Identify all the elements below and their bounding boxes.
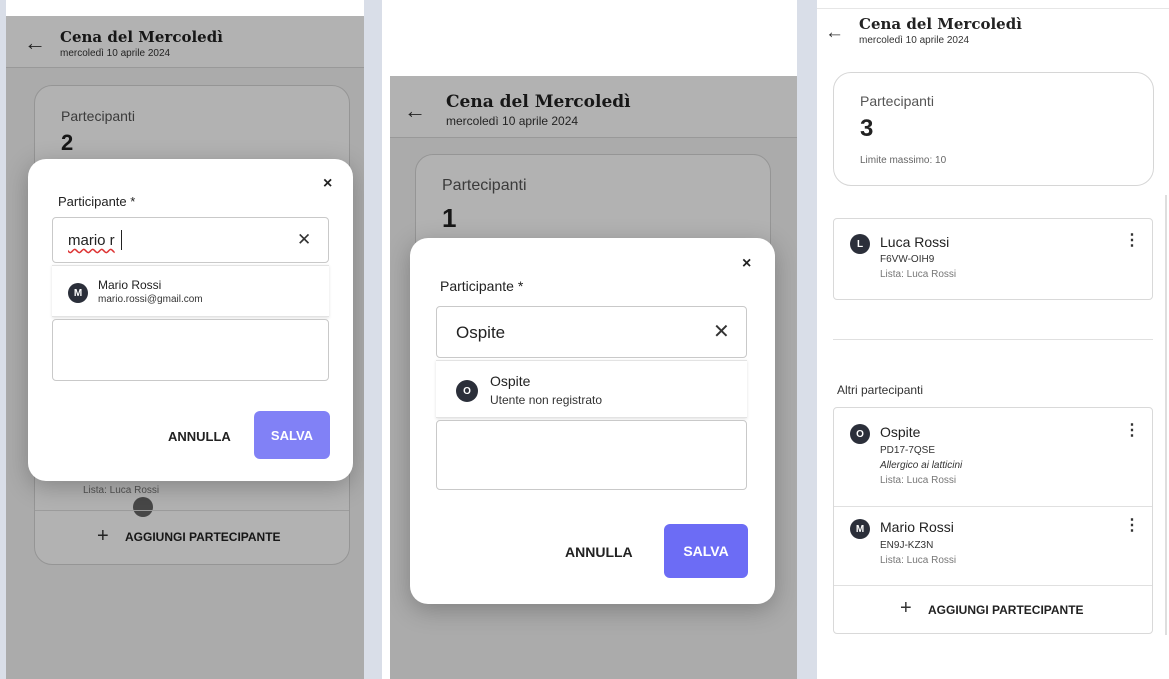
text-cursor: [121, 230, 122, 250]
page-title: Cena del Mercoledì: [859, 15, 1022, 33]
notes-textarea[interactable]: [436, 420, 747, 490]
notes-textarea[interactable]: [52, 319, 329, 381]
left-screen: ← Cena del Mercoledì mercoledì 10 aprile…: [0, 0, 372, 679]
participants-count: 3: [860, 115, 874, 142]
autocomplete-option[interactable]: M Mario Rossi mario.rossi@gmail.com: [52, 265, 329, 317]
participant-code: EN9J-KZ3N: [880, 540, 934, 551]
gutter: [364, 0, 372, 679]
add-participant-dialog: × Participante * mario r ✕ M Mario Rossi…: [28, 159, 353, 481]
cancel-button[interactable]: ANNULLA: [168, 429, 231, 444]
option-email: mario.rossi@gmail.com: [98, 294, 203, 305]
gutter: [807, 0, 817, 679]
phone-screen: ← Cena del Mercoledì mercoledì 10 aprile…: [390, 76, 797, 679]
avatar: O: [456, 380, 478, 402]
clear-icon[interactable]: ✕: [713, 322, 730, 342]
participant-list: Lista: Luca Rossi: [880, 269, 957, 280]
participant-note: Allergico ai latticini: [880, 460, 963, 471]
autocomplete-option[interactable]: O Ospite Utente non registrato: [436, 360, 747, 418]
add-participant-button[interactable]: AGGIUNGI PARTECIPANTE: [928, 603, 1084, 617]
participant-field-label: Participante *: [58, 194, 136, 209]
participant-name: Ospite: [880, 424, 921, 440]
more-vertical-icon[interactable]: ⋮: [1124, 423, 1140, 439]
plus-icon[interactable]: +: [900, 598, 912, 618]
app-bar: ← Cena del Mercoledì mercoledì 10 aprile…: [817, 9, 1169, 55]
divider: [834, 585, 1152, 586]
scrollbar[interactable]: [1165, 195, 1167, 635]
avatar: M: [850, 519, 870, 539]
gutter: [372, 0, 382, 679]
more-vertical-icon[interactable]: ⋮: [1124, 518, 1140, 534]
divider: [833, 339, 1153, 340]
participant-name: Luca Rossi: [880, 234, 950, 250]
avatar: O: [850, 424, 870, 444]
search-value: Ospite: [456, 323, 506, 342]
middle-screen: ← Cena del Mercoledì mercoledì 10 aprile…: [372, 0, 807, 679]
close-icon[interactable]: ×: [742, 256, 751, 272]
list-item[interactable]: M Mario Rossi EN9J-KZ3N Lista: Luca Ross…: [834, 507, 1152, 585]
participant-list: Lista: Luca Rossi: [880, 475, 957, 486]
clear-icon[interactable]: ✕: [297, 231, 311, 248]
back-arrow-icon[interactable]: ←: [825, 23, 844, 42]
add-participant-dialog: × Participante * Ospite ✕ O Ospite Utent…: [410, 238, 775, 604]
participants-label: Partecipanti: [860, 93, 934, 109]
page-subtitle: mercoledì 10 aprile 2024: [859, 35, 970, 46]
others-list-card: O Ospite PD17-7QSE Allergico ai latticin…: [833, 407, 1153, 634]
right-screen: ← Cena del Mercoledì mercoledì 10 aprile…: [807, 0, 1169, 679]
more-vertical-icon[interactable]: ⋮: [1124, 233, 1140, 249]
avatar: M: [68, 283, 88, 303]
participant-search-input[interactable]: mario r ✕: [52, 217, 329, 263]
list-item[interactable]: O Ospite PD17-7QSE Allergico ai latticin…: [834, 408, 1152, 506]
cancel-button[interactable]: ANNULLA: [565, 544, 633, 560]
phone-screen: ← Cena del Mercoledì mercoledì 10 aprile…: [6, 16, 364, 679]
option-subtitle: Utente non registrato: [490, 393, 603, 407]
participants-limit: Limite massimo: 10: [860, 155, 947, 166]
gutter: [797, 0, 807, 679]
participant-list: Lista: Luca Rossi: [880, 555, 957, 566]
participant-name: Mario Rossi: [880, 519, 954, 535]
others-heading: Altri partecipanti: [837, 383, 924, 397]
save-button[interactable]: SALVA: [664, 524, 748, 578]
search-value: mario r: [68, 232, 115, 249]
option-name: Mario Rossi: [98, 278, 162, 292]
close-icon[interactable]: ×: [323, 176, 332, 192]
participant-code: PD17-7QSE: [880, 445, 936, 456]
participant-search-input[interactable]: Ospite ✕: [436, 306, 747, 358]
avatar: L: [850, 234, 870, 254]
option-name: Ospite: [490, 373, 531, 389]
save-button[interactable]: SALVA: [254, 411, 330, 459]
participant-code: F6VW-OIH9: [880, 254, 935, 265]
participant-field-label: Participante *: [440, 278, 524, 294]
owner-participant-card: L Luca Rossi F6VW-OIH9 Lista: Luca Rossi…: [833, 218, 1153, 300]
participants-summary-card: Partecipanti 3 Limite massimo: 10: [833, 72, 1154, 186]
